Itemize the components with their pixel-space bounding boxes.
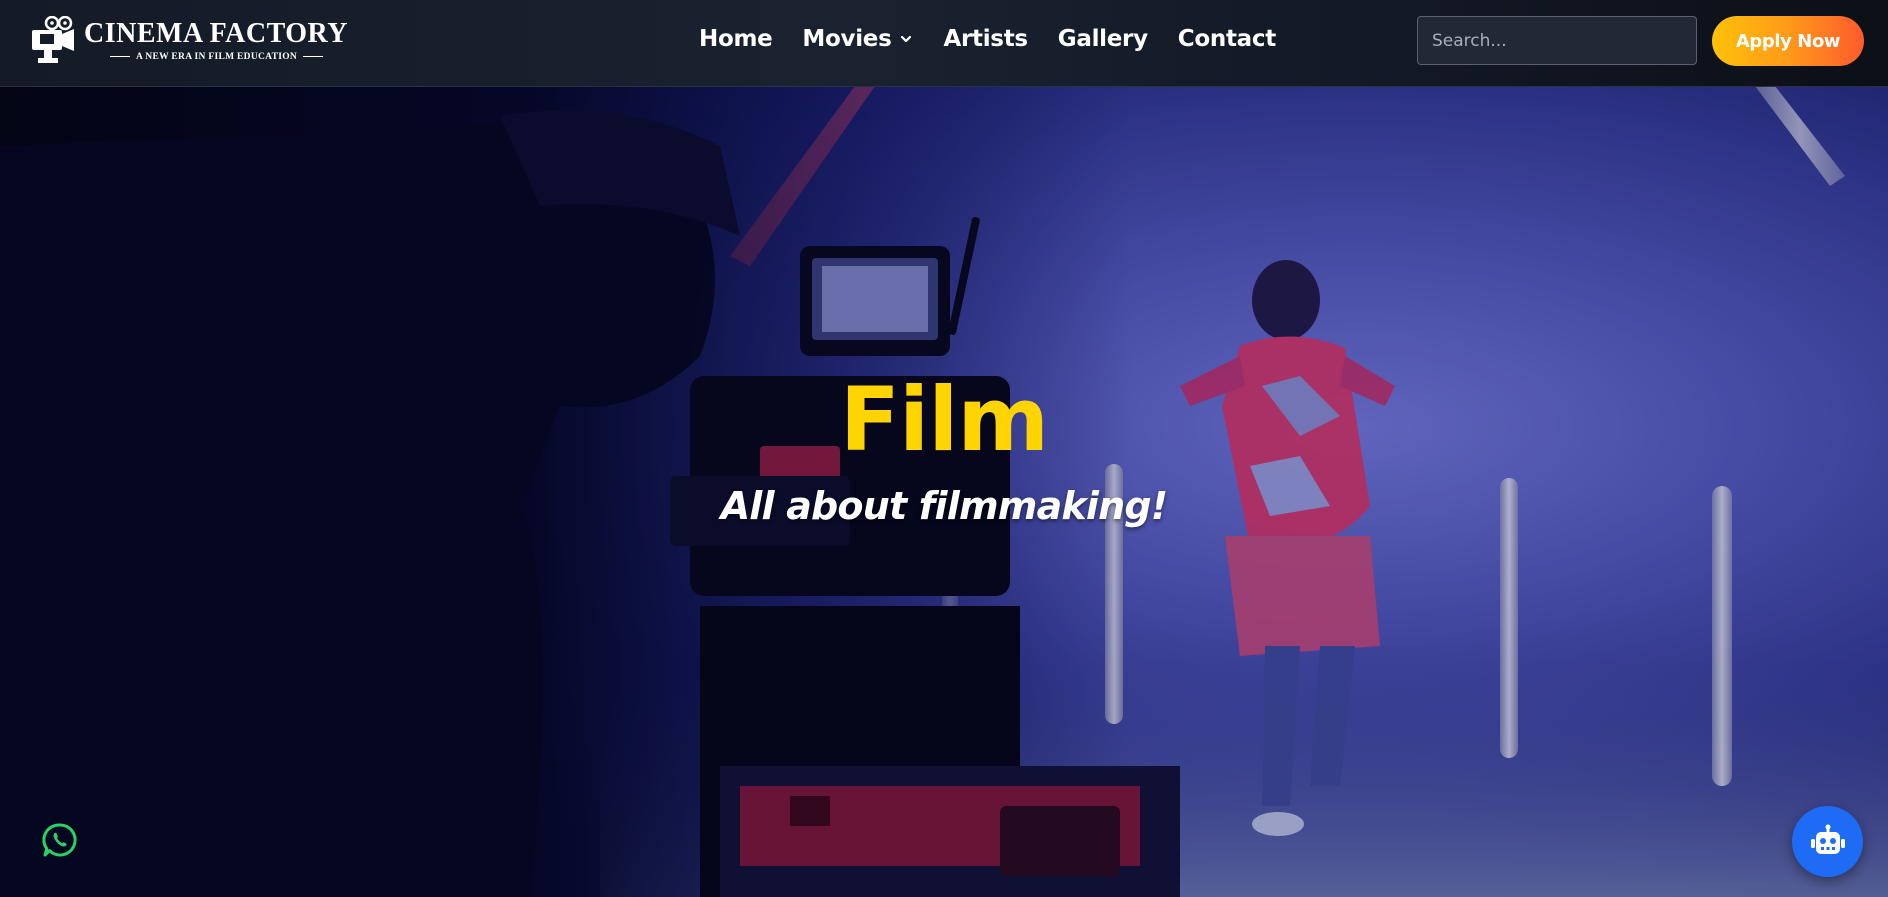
hero-section: Film All about filmmaking! — [0, 86, 1888, 897]
whatsapp-button[interactable] — [42, 822, 78, 858]
hero-subtitle: All about filmmaking! — [720, 484, 1168, 528]
hero-title: Film — [839, 368, 1049, 471]
navbar: CINEMA FACTORY A NEW ERA IN FILM EDUCATI… — [0, 0, 1888, 87]
brand-tagline: A NEW ERA IN FILM EDUCATION — [104, 52, 329, 62]
nav-item-movies-label: Movies — [802, 26, 892, 52]
robot-icon — [1811, 824, 1845, 854]
nav-item-contact[interactable]: Contact — [1178, 26, 1276, 52]
nav-item-artists[interactable]: Artists — [943, 26, 1028, 52]
main-nav: Home Movies Artists Gallery Contact — [699, 26, 1276, 52]
search-input[interactable] — [1417, 16, 1697, 65]
apply-now-button[interactable]: Apply Now — [1712, 16, 1864, 66]
chevron-down-icon — [901, 35, 912, 43]
brand-name: CINEMA FACTORY — [84, 18, 348, 49]
film-camera-logo-icon — [32, 16, 74, 63]
brand-logo[interactable]: CINEMA FACTORY A NEW ERA IN FILM EDUCATI… — [30, 16, 348, 68]
nav-item-movies[interactable]: Movies — [802, 26, 913, 52]
nav-item-home[interactable]: Home — [699, 26, 773, 52]
page: CINEMA FACTORY A NEW ERA IN FILM EDUCATI… — [0, 0, 1888, 897]
whatsapp-icon — [42, 823, 77, 857]
nav-item-gallery[interactable]: Gallery — [1058, 26, 1148, 52]
chatbot-button[interactable] — [1792, 806, 1863, 877]
